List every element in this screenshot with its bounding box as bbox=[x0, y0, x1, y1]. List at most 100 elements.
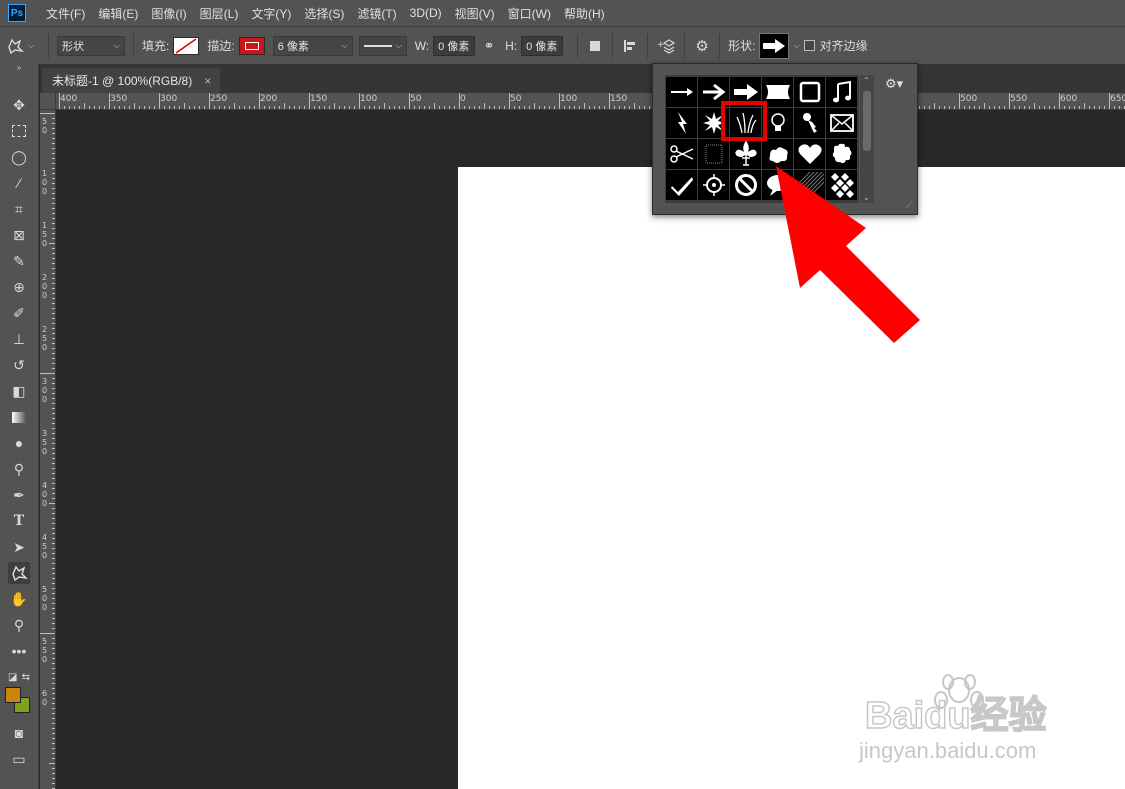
stroke-width-dropdown[interactable]: 6 像素 ⌵ bbox=[272, 35, 353, 56]
ruler-tick bbox=[124, 106, 125, 109]
shape-picker-swatch[interactable] bbox=[759, 32, 790, 59]
ruler-tick bbox=[52, 573, 55, 574]
path-alignment-button[interactable] bbox=[621, 39, 639, 53]
pen-tool[interactable]: ✒ bbox=[8, 484, 30, 506]
ruler-label: 3 5 0 bbox=[42, 429, 48, 456]
menu-edit[interactable]: 编辑(E) bbox=[98, 5, 138, 22]
link-icon[interactable]: ⚭ bbox=[481, 38, 497, 54]
ruler-tick bbox=[52, 358, 55, 359]
eyedropper-tool[interactable]: ✎ bbox=[8, 250, 30, 272]
vertical-ruler[interactable]: 5 01 0 01 5 02 0 02 5 03 0 03 5 04 0 04 … bbox=[40, 110, 56, 789]
path-operations-button[interactable] bbox=[586, 40, 604, 51]
close-icon[interactable]: × bbox=[204, 74, 211, 88]
ruler-origin[interactable] bbox=[40, 93, 56, 110]
brush-tool[interactable]: ✐ bbox=[8, 302, 30, 324]
shape-cell-puzzle[interactable] bbox=[826, 139, 857, 169]
color-reset-swap[interactable]: ◪ ⇆ bbox=[8, 666, 30, 688]
align-edges-checkbox[interactable] bbox=[803, 40, 815, 51]
quick-mask-button[interactable]: ◙ bbox=[8, 722, 30, 744]
zoom-tool[interactable]: ⚲ bbox=[8, 614, 30, 636]
document-tab[interactable]: 未标题-1 @ 100%(RGB/8) × bbox=[42, 68, 220, 93]
healing-brush-tool[interactable]: ⊕ bbox=[8, 276, 30, 298]
width-input[interactable]: 0 像素 bbox=[433, 35, 476, 56]
scroll-thumb[interactable] bbox=[863, 91, 871, 151]
menu-filter[interactable]: 滤镜(T) bbox=[357, 5, 396, 22]
eraser-tool[interactable]: ◧ bbox=[8, 380, 30, 402]
shape-cell-diamond-grid[interactable] bbox=[826, 170, 857, 200]
foreground-color-swatch[interactable] bbox=[5, 687, 21, 703]
horizontal-ruler[interactable]: 400 350 300 250 200 150 100 50 0 50 100 150 500 550 60… bbox=[56, 93, 1125, 110]
menu-view[interactable]: 视图(V) bbox=[455, 5, 495, 22]
ruler-tick bbox=[52, 543, 55, 544]
shape-cell-forbidden[interactable] bbox=[730, 170, 761, 200]
shape-cell-key[interactable] bbox=[794, 108, 825, 138]
arrow-thin-icon bbox=[670, 88, 693, 96]
shape-cell-lightning[interactable] bbox=[666, 108, 697, 138]
stroke-swatch[interactable] bbox=[238, 36, 265, 55]
ruler-tick bbox=[929, 106, 930, 109]
move-tool[interactable]: ✥ bbox=[8, 94, 30, 116]
hand-tool[interactable]: ✋ bbox=[8, 588, 30, 610]
path-options-button[interactable]: ⚙ bbox=[693, 37, 711, 55]
tool-mode-dropdown[interactable]: 形状 ⌵ bbox=[57, 35, 125, 56]
menu-3d[interactable]: 3D(D) bbox=[410, 6, 442, 20]
menu-help[interactable]: 帮助(H) bbox=[564, 5, 605, 22]
collapse-panel-icon[interactable]: » bbox=[8, 61, 30, 73]
menu-select[interactable]: 选择(S) bbox=[304, 5, 344, 22]
history-brush-tool[interactable]: ↺ bbox=[8, 354, 30, 376]
ruler-label: 5 5 0 bbox=[42, 637, 48, 664]
shape-cell-music-note[interactable] bbox=[826, 77, 857, 107]
scroll-up-icon[interactable]: ⌃ bbox=[863, 76, 870, 85]
ruler-tick bbox=[99, 106, 100, 109]
menu-file[interactable]: 文件(F) bbox=[46, 5, 85, 22]
crop-tool[interactable]: ⌗ bbox=[8, 198, 30, 220]
divider bbox=[647, 33, 649, 58]
gradient-tool[interactable] bbox=[8, 406, 30, 428]
shape-cell-hatch-pattern[interactable] bbox=[794, 170, 825, 200]
screen-mode-button[interactable]: ▭ bbox=[8, 748, 30, 770]
shape-cell-arrow-thin[interactable] bbox=[666, 77, 697, 107]
stamp-tool[interactable]: ⊥ bbox=[8, 328, 30, 350]
shape-cell-ornament[interactable] bbox=[762, 139, 793, 169]
gear-icon[interactable]: ⚙▾ bbox=[885, 76, 903, 92]
chevron-down-icon: ⌵ bbox=[341, 40, 348, 50]
ruler-tick bbox=[579, 106, 580, 109]
magic-wand-tool[interactable]: ⁄ bbox=[8, 172, 30, 194]
options-bar: ⌵ 形状 ⌵ 填充: 描边: 6 像素 ⌵ ⌵ W: 0 像素 ⚭ H: 0 像… bbox=[0, 26, 1125, 64]
shape-cell-speech-bubble[interactable] bbox=[762, 170, 793, 200]
menu-type[interactable]: 文字(Y) bbox=[251, 5, 291, 22]
stroke-type-dropdown[interactable]: ⌵ bbox=[358, 35, 407, 56]
shape-cell-frame[interactable] bbox=[794, 77, 825, 107]
frame-tool[interactable]: ⊠ bbox=[8, 224, 30, 246]
ruler-label: 500 bbox=[960, 94, 978, 104]
blur-tool[interactable]: ● bbox=[8, 432, 30, 454]
scroll-down-icon[interactable]: ⌄ bbox=[863, 193, 870, 202]
shape-cell-fleur-de-lis[interactable] bbox=[730, 139, 761, 169]
resize-grip-icon[interactable]: ⟋ bbox=[906, 200, 913, 211]
dodge-tool[interactable]: ⚲ bbox=[8, 458, 30, 480]
custom-shape-tool[interactable] bbox=[8, 562, 30, 584]
tool-preset-picker[interactable]: ⌵ bbox=[0, 38, 40, 54]
path-selection-tool[interactable]: ➤ bbox=[8, 536, 30, 558]
fill-swatch[interactable] bbox=[173, 36, 200, 55]
menu-layer[interactable]: 图层(L) bbox=[200, 5, 239, 22]
shape-cell-scissors[interactable] bbox=[666, 139, 697, 169]
ruler-tick bbox=[52, 493, 55, 494]
shape-cell-dotted-frame[interactable] bbox=[698, 139, 729, 169]
solid-line-icon bbox=[363, 44, 392, 47]
shape-cell-envelope[interactable] bbox=[826, 108, 857, 138]
picker-scrollbar[interactable]: ⌃ ⌄ bbox=[860, 75, 874, 203]
height-input[interactable]: 0 像素 bbox=[521, 35, 564, 56]
path-arrangement-button[interactable]: + bbox=[656, 38, 676, 54]
shape-cell-heart[interactable] bbox=[794, 139, 825, 169]
marquee-tool[interactable] bbox=[8, 120, 30, 142]
default-colors-icon: ◪ bbox=[8, 671, 18, 683]
menu-window[interactable]: 窗口(W) bbox=[508, 5, 551, 22]
type-tool[interactable]: T bbox=[8, 510, 30, 532]
menu-image[interactable]: 图像(I) bbox=[151, 5, 186, 22]
more-tools[interactable]: ••• bbox=[8, 640, 30, 662]
shape-cell-target[interactable] bbox=[698, 170, 729, 200]
shape-picker-dropdown[interactable]: ⌵ bbox=[793, 41, 799, 51]
lasso-tool[interactable]: ◯ bbox=[8, 146, 30, 168]
shape-cell-checkmark[interactable] bbox=[666, 170, 697, 200]
